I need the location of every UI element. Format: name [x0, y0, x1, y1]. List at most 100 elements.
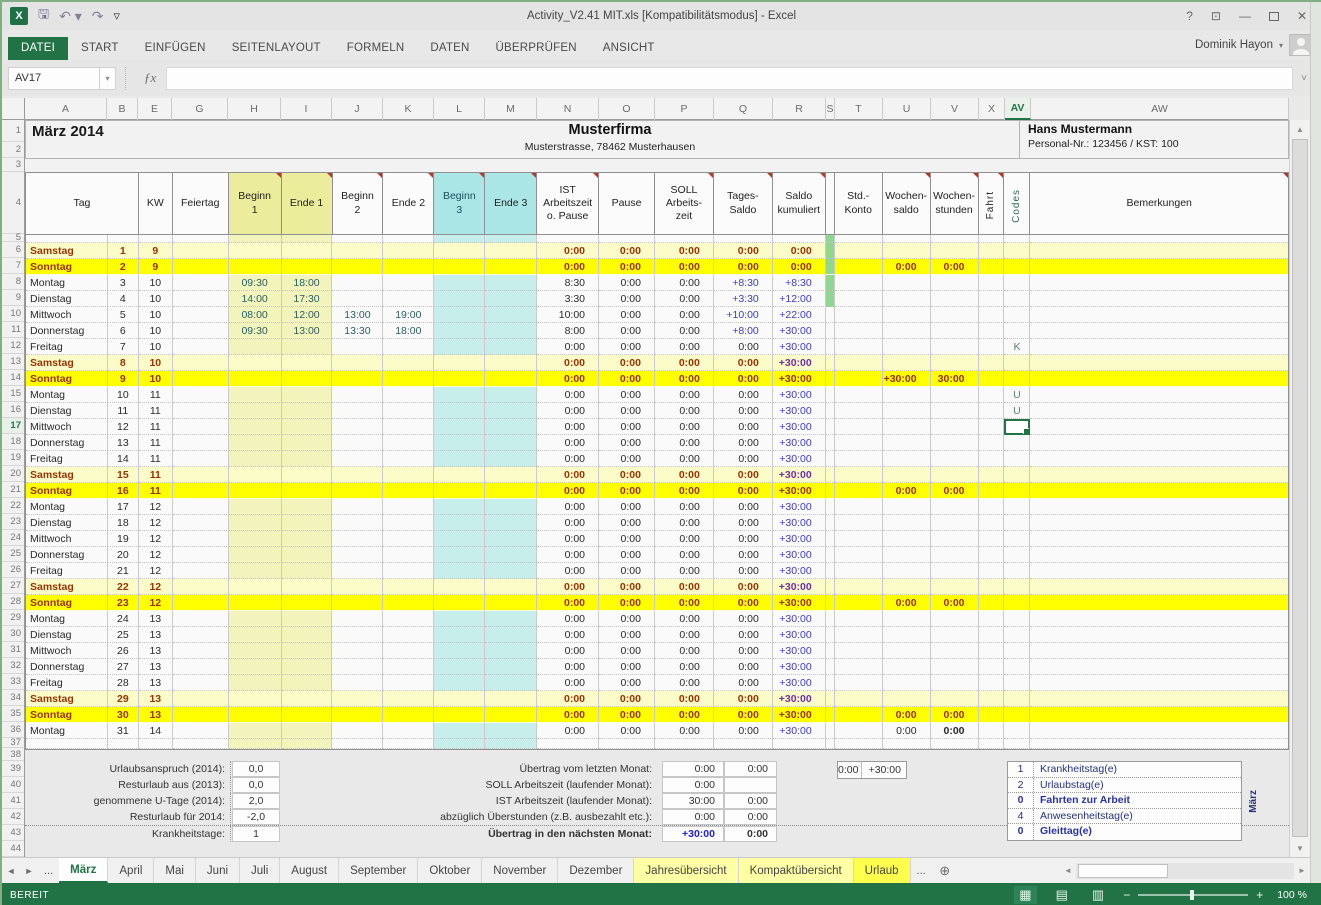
cell[interactable]	[931, 467, 979, 483]
cell[interactable]: 7	[108, 339, 139, 355]
cell[interactable]	[1004, 235, 1030, 243]
cell[interactable]	[282, 403, 333, 419]
cell[interactable]: 12	[139, 531, 173, 547]
cell[interactable]	[485, 259, 537, 275]
cell[interactable]	[173, 243, 229, 259]
cell[interactable]	[383, 355, 434, 371]
cell[interactable]: 0:00	[714, 339, 773, 355]
column-header-AW[interactable]: AW	[1031, 98, 1289, 120]
sheet-tab-jahresübersicht[interactable]: Jahresübersicht	[634, 858, 738, 883]
row-header-18[interactable]: 18	[2, 434, 24, 450]
cell[interactable]: 12	[139, 547, 173, 563]
cell[interactable]	[1030, 291, 1288, 307]
cell[interactable]	[332, 691, 383, 707]
horizontal-scrollbar[interactable]: ◄ ►	[1060, 858, 1310, 883]
cell[interactable]: 0:00	[714, 547, 773, 563]
sheet-tab-kompaktübersicht[interactable]: Kompaktübersicht	[739, 858, 854, 883]
maximize-icon[interactable]	[1269, 12, 1279, 21]
cell[interactable]	[931, 275, 979, 291]
cell[interactable]	[1004, 563, 1030, 579]
cell[interactable]	[383, 483, 434, 499]
header-fe[interactable]: Feiertag	[173, 173, 229, 235]
cell[interactable]: Dienstag	[26, 627, 108, 643]
cell[interactable]	[1030, 339, 1288, 355]
cell[interactable]	[1030, 243, 1288, 259]
row-header-37[interactable]: 37	[2, 738, 24, 748]
row-header-23[interactable]: 23	[2, 514, 24, 530]
cell[interactable]: Sonntag	[26, 259, 108, 275]
cell[interactable]	[979, 235, 1005, 243]
cell[interactable]	[229, 355, 282, 371]
cell[interactable]	[931, 579, 979, 595]
row-header-29[interactable]: 29	[2, 610, 24, 626]
cell[interactable]: 0:00	[599, 659, 655, 675]
cell[interactable]	[434, 403, 485, 419]
carry-value-2[interactable]: +30:00	[862, 762, 906, 778]
cell[interactable]	[1030, 643, 1288, 659]
summary-mid-value-2[interactable]: 0:00	[724, 793, 777, 809]
cell[interactable]: 09:30	[229, 275, 282, 291]
cell[interactable]	[485, 739, 537, 749]
cell[interactable]	[826, 595, 835, 611]
cell[interactable]: 0:00	[599, 691, 655, 707]
cell[interactable]	[1030, 515, 1288, 531]
cell[interactable]	[282, 371, 333, 387]
save-icon[interactable]: 🖫	[38, 5, 49, 27]
cell[interactable]: Dienstag	[26, 403, 108, 419]
cell[interactable]: 0:00	[537, 403, 599, 419]
header-b1[interactable]: Beginn 1	[229, 173, 282, 235]
cell[interactable]: 0:00	[714, 355, 773, 371]
scroll-up-icon[interactable]: ▲	[1290, 120, 1310, 138]
cell[interactable]	[332, 739, 383, 749]
cell[interactable]	[826, 659, 835, 675]
cell[interactable]	[434, 387, 485, 403]
cell[interactable]	[835, 435, 883, 451]
row-header-31[interactable]: 31	[2, 642, 24, 658]
cell[interactable]	[931, 547, 979, 563]
tab-overflow-left[interactable]: ...	[38, 858, 59, 883]
cell[interactable]	[1004, 691, 1030, 707]
summary-left-value[interactable]: 0,0	[232, 761, 280, 777]
cell[interactable]: 19	[108, 531, 139, 547]
cell[interactable]	[979, 387, 1005, 403]
cell[interactable]: +30:00	[773, 403, 826, 419]
cell[interactable]	[1004, 499, 1030, 515]
cell[interactable]	[434, 435, 485, 451]
row-header-28[interactable]: 28	[2, 594, 24, 610]
cell[interactable]	[835, 259, 883, 275]
cell[interactable]: 0:00	[537, 707, 599, 723]
cell[interactable]	[139, 235, 173, 243]
sheet-tab-august[interactable]: August	[280, 858, 339, 883]
cell[interactable]	[383, 403, 434, 419]
row-header-17[interactable]: 17	[2, 418, 24, 434]
cell[interactable]: 0:00	[714, 451, 773, 467]
cell[interactable]: 0:00	[655, 643, 714, 659]
cell[interactable]	[979, 275, 1005, 291]
cell[interactable]	[229, 235, 282, 243]
row-header-34[interactable]: 34	[2, 690, 24, 706]
column-header-Q[interactable]: Q	[714, 98, 773, 120]
cell[interactable]: +30:00	[773, 355, 826, 371]
row-header-20[interactable]: 20	[2, 466, 24, 482]
cell[interactable]	[826, 579, 835, 595]
cell[interactable]	[883, 643, 931, 659]
cell[interactable]	[485, 611, 537, 627]
cell[interactable]	[383, 723, 434, 739]
cell[interactable]	[1004, 595, 1030, 611]
cell[interactable]	[173, 291, 229, 307]
cell[interactable]	[883, 355, 931, 371]
cell[interactable]	[282, 739, 333, 749]
cell[interactable]	[773, 235, 826, 243]
cell[interactable]	[883, 243, 931, 259]
undo-icon[interactable]: ↶ ▾	[59, 8, 82, 25]
cell[interactable]: 0:00	[537, 611, 599, 627]
cell[interactable]: 16	[108, 483, 139, 499]
cell[interactable]	[826, 627, 835, 643]
cell[interactable]	[485, 419, 537, 435]
row-header-11[interactable]: 11	[2, 322, 24, 338]
cell[interactable]: 13	[139, 611, 173, 627]
summary-mid-value-2[interactable]: 0:00	[724, 826, 777, 842]
cell[interactable]: 18	[108, 515, 139, 531]
cell[interactable]: 0:00	[714, 659, 773, 675]
cell[interactable]: +30:00	[773, 643, 826, 659]
